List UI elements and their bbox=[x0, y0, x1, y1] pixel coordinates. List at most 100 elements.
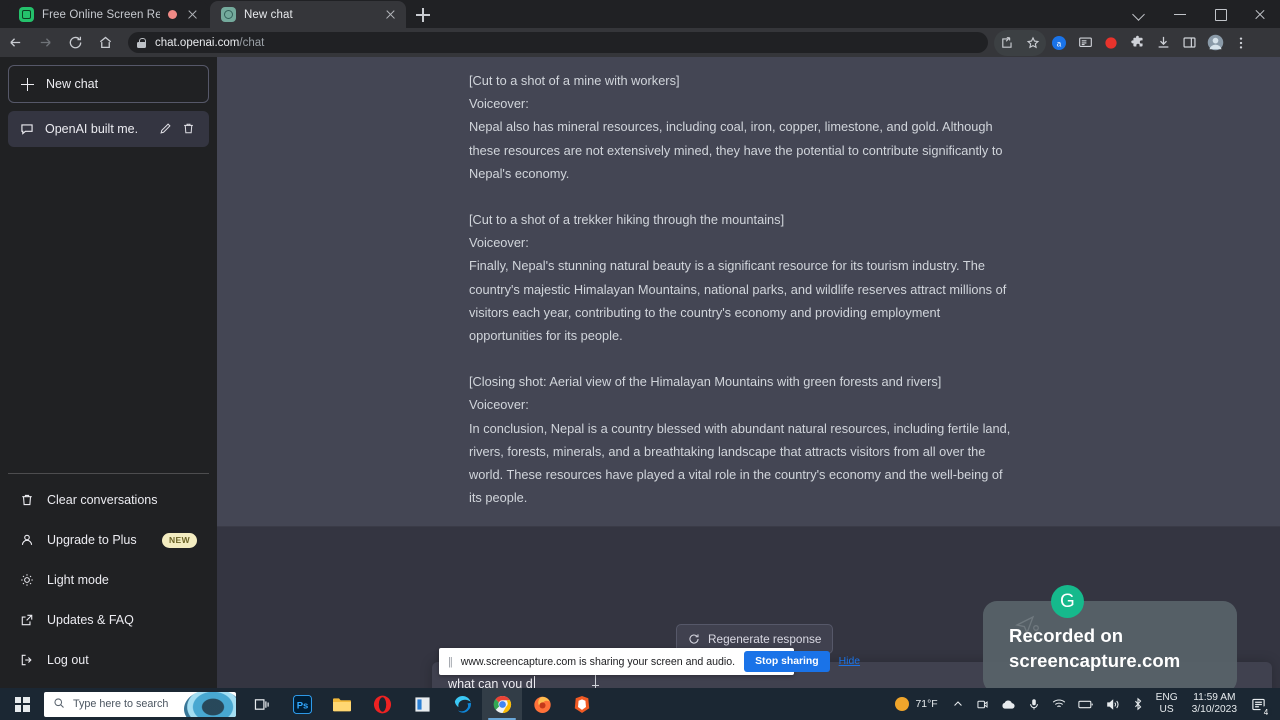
search-placeholder: Type here to search bbox=[73, 698, 169, 710]
screen: Free Online Screen Recorder New chat bbox=[0, 0, 1280, 720]
window-controls bbox=[1120, 0, 1280, 28]
arrow-right-icon bbox=[30, 28, 60, 57]
logout-icon bbox=[20, 653, 35, 668]
reload-button[interactable] bbox=[60, 28, 90, 57]
screencapture-logo-icon: G bbox=[1051, 585, 1084, 618]
sidebar-item-clear-conversations[interactable]: Clear conversations bbox=[8, 480, 209, 520]
sidebar-item-label: Light mode bbox=[47, 573, 109, 587]
maximize-button[interactable] bbox=[1200, 0, 1240, 28]
browser-tab-screen-recorder[interactable]: Free Online Screen Recorder bbox=[8, 1, 208, 28]
file-explorer-icon[interactable] bbox=[322, 688, 362, 720]
chrome-menu-icon[interactable] bbox=[1228, 30, 1254, 56]
sidebar-item-light-mode[interactable]: Light mode bbox=[8, 560, 209, 600]
microphone-icon[interactable] bbox=[1022, 688, 1046, 720]
edge-icon[interactable] bbox=[442, 688, 482, 720]
message-paragraph: Voiceover: bbox=[469, 397, 529, 413]
browser-chrome: Free Online Screen Recorder New chat bbox=[0, 0, 1280, 57]
record-dot-icon[interactable] bbox=[1098, 30, 1124, 56]
trash-icon[interactable] bbox=[182, 122, 197, 137]
tab-close-icon[interactable] bbox=[185, 7, 200, 22]
close-window-button[interactable] bbox=[1240, 0, 1280, 28]
hide-link[interactable]: Hide bbox=[839, 656, 860, 667]
wifi-icon[interactable] bbox=[1046, 688, 1072, 720]
user-icon bbox=[20, 533, 35, 548]
sidebar: New chat OpenAI built me. Clear conversa… bbox=[0, 57, 217, 688]
stop-sharing-button[interactable]: Stop sharing bbox=[744, 651, 830, 672]
bookmark-star-icon[interactable] bbox=[1020, 30, 1046, 56]
screen-cast-icon[interactable] bbox=[1072, 30, 1098, 56]
language-line-1: ENG bbox=[1155, 691, 1178, 703]
sidebar-item-label: Upgrade to Plus bbox=[47, 533, 137, 547]
browser-tab-new-chat[interactable]: New chat bbox=[210, 1, 406, 28]
tab-title: New chat bbox=[244, 8, 293, 21]
blue-circle-extension-icon[interactable]: a bbox=[1046, 30, 1072, 56]
recording-watermark: G Recorded on screencapture.com bbox=[983, 585, 1237, 693]
store-icon[interactable] bbox=[402, 688, 442, 720]
sidebar-item-log-out[interactable]: Log out bbox=[8, 640, 209, 680]
profile-avatar-icon[interactable] bbox=[1202, 30, 1228, 56]
watermark-line-2: screencapture.com bbox=[1009, 650, 1181, 671]
home-button[interactable] bbox=[90, 28, 120, 57]
browser-toolbar: chat.openai.com/chat a bbox=[0, 28, 1280, 57]
url-text: chat.openai.com/chat bbox=[155, 36, 265, 49]
new-chat-button[interactable]: New chat bbox=[8, 65, 209, 103]
minimize-button[interactable] bbox=[1160, 0, 1200, 28]
back-button[interactable] bbox=[0, 28, 30, 57]
extensions-puzzle-icon[interactable] bbox=[1124, 30, 1150, 56]
photoshop-icon[interactable]: Ps bbox=[282, 688, 322, 720]
assistant-message: [Cut to a shot of a mine with workers] V… bbox=[217, 57, 1280, 527]
message-paragraph: In conclusion, Nepal is a country blesse… bbox=[469, 420, 1011, 506]
camera-icon[interactable] bbox=[970, 688, 995, 720]
watermark-line-1: Recorded on bbox=[1009, 625, 1124, 646]
regenerate-label: Regenerate response bbox=[708, 632, 822, 646]
notification-center-button[interactable]: 4 bbox=[1245, 688, 1276, 720]
new-tab-button[interactable] bbox=[412, 4, 434, 26]
drag-handle[interactable]: || bbox=[448, 656, 453, 668]
home-icon bbox=[90, 28, 120, 57]
start-button[interactable] bbox=[0, 688, 44, 720]
clock[interactable]: 11:59 AM 3/10/2023 bbox=[1184, 692, 1245, 717]
notification-count-badge: 4 bbox=[1260, 706, 1272, 718]
opera-icon[interactable] bbox=[362, 688, 402, 720]
tab-search-chevron-down-icon[interactable] bbox=[1120, 0, 1160, 28]
brave-icon[interactable] bbox=[562, 688, 602, 720]
chrome-icon[interactable] bbox=[482, 688, 522, 720]
share-icon[interactable] bbox=[994, 30, 1020, 56]
side-panel-icon[interactable] bbox=[1176, 30, 1202, 56]
language-indicator[interactable]: ENG US bbox=[1150, 692, 1184, 717]
windows-taskbar: Type here to search Ps 71°F ENG US 11:59… bbox=[0, 688, 1280, 720]
message-input-value: what can you d bbox=[448, 676, 533, 689]
bluetooth-icon[interactable] bbox=[1126, 688, 1150, 720]
conversation-item-openai-built-me[interactable]: OpenAI built me. bbox=[8, 111, 209, 147]
clock-date: 3/10/2023 bbox=[1191, 704, 1237, 715]
sun-icon bbox=[20, 573, 35, 588]
search-decoration bbox=[184, 691, 236, 717]
forward-button[interactable] bbox=[30, 28, 60, 57]
message-paragraph: [Cut to a shot of a trekker hiking throu… bbox=[469, 212, 785, 228]
share-message: www.screencapture.com is sharing your sc… bbox=[460, 655, 736, 668]
refresh-icon bbox=[688, 633, 700, 645]
conversation-title: OpenAI built me. bbox=[45, 122, 139, 136]
sidebar-item-updates-faq[interactable]: Updates & FAQ bbox=[8, 600, 209, 640]
message-input[interactable]: what can you d bbox=[448, 675, 535, 689]
clock-time: 11:59 AM bbox=[1193, 691, 1236, 703]
tab-recording-indicator-icon bbox=[168, 10, 177, 19]
task-view-icon[interactable] bbox=[242, 688, 282, 720]
text-caret bbox=[533, 675, 535, 688]
battery-icon[interactable] bbox=[1072, 688, 1100, 720]
conversation-actions bbox=[159, 122, 197, 137]
tab-close-icon[interactable] bbox=[383, 7, 398, 22]
address-bar[interactable]: chat.openai.com/chat bbox=[128, 32, 988, 53]
weather-widget[interactable]: 71°F bbox=[887, 697, 946, 711]
download-icon[interactable] bbox=[1150, 30, 1176, 56]
firefox-icon[interactable] bbox=[522, 688, 562, 720]
screen-share-infobar: || www.screencapture.com is sharing your… bbox=[439, 648, 860, 675]
arrow-left-icon bbox=[0, 28, 30, 57]
sidebar-item-upgrade-to-plus[interactable]: Upgrade to Plus NEW bbox=[8, 520, 209, 560]
edit-icon[interactable] bbox=[159, 122, 174, 137]
volume-icon[interactable] bbox=[1100, 688, 1126, 720]
cloud-icon[interactable] bbox=[995, 688, 1022, 720]
taskbar-search-input[interactable]: Type here to search bbox=[44, 691, 236, 717]
show-hidden-icons-chevron-up-icon[interactable] bbox=[946, 688, 970, 720]
